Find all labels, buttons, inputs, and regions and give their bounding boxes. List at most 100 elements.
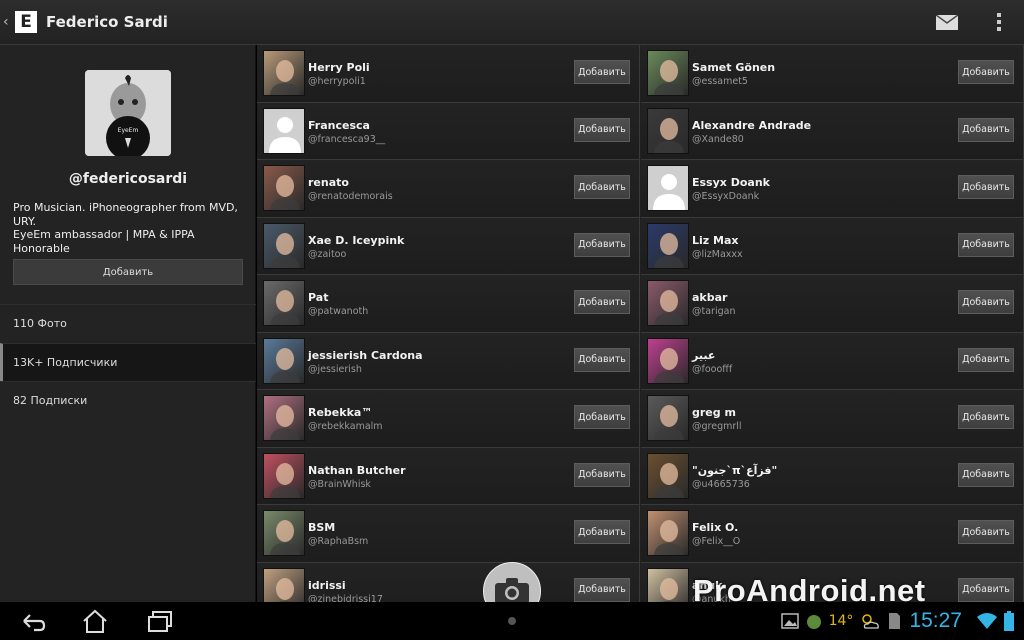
- user-row[interactable]: jessierish Cardona @jessierish Добавить: [257, 332, 640, 390]
- user-handle: @tarigan: [692, 306, 736, 317]
- add-user-button[interactable]: Добавить: [958, 462, 1014, 487]
- user-avatar[interactable]: [647, 107, 689, 154]
- user-name[interactable]: akbar: [692, 291, 727, 304]
- user-row[interactable]: Nathan Butcher @BrainWhisk Добавить: [257, 447, 640, 505]
- add-user-button[interactable]: Добавить: [574, 405, 630, 429]
- add-user-button[interactable]: Добавить: [574, 175, 630, 199]
- add-user-button[interactable]: Добавить: [574, 347, 630, 372]
- user-name[interactable]: Alexandre Andrade: [692, 119, 811, 132]
- add-user-button[interactable]: Добавить: [958, 60, 1014, 84]
- user-name[interactable]: Xae D. Iceypink: [308, 234, 404, 247]
- user-avatar[interactable]: [263, 50, 305, 96]
- user-row[interactable]: Felix O. @Felix__O Добавить: [641, 505, 1024, 563]
- add-user-button[interactable]: Добавить: [574, 232, 630, 257]
- add-user-button[interactable]: Добавить: [958, 290, 1014, 314]
- user-avatar[interactable]: [263, 280, 305, 326]
- add-user-button[interactable]: Добавить: [958, 117, 1014, 142]
- user-row[interactable]: Samet Gönen @essamet5 Добавить: [641, 45, 1024, 103]
- stat-following[interactable]: 82 Подписки: [0, 381, 256, 420]
- user-avatar[interactable]: [647, 222, 689, 269]
- add-user-button[interactable]: Добавить: [574, 290, 630, 314]
- user-row[interactable]: renato @renatodemorais Добавить: [257, 160, 640, 218]
- user-name[interactable]: Francesca: [308, 119, 370, 132]
- user-name[interactable]: Essyx Doank: [692, 176, 770, 189]
- user-row[interactable]: Liz Max @lizMaxxx Добавить: [641, 217, 1024, 275]
- follow-button[interactable]: Добавить: [13, 259, 243, 285]
- user-avatar[interactable]: [263, 567, 305, 602]
- add-user-button[interactable]: Добавить: [958, 232, 1014, 257]
- user-handle: @zaitoo: [308, 248, 347, 260]
- user-name[interactable]: Felix O.: [692, 521, 738, 534]
- user-row[interactable]: BSM @RaphaBsm Добавить: [257, 505, 640, 563]
- user-name[interactable]: Liz Max: [692, 234, 738, 247]
- user-name[interactable]: jessierish Cardona: [308, 349, 423, 362]
- profile-avatar: EyeEm: [85, 70, 171, 156]
- user-row[interactable]: "جنون`π`فزآع" @u4665736 Добавить: [641, 447, 1024, 505]
- user-handle: @BrainWhisk: [308, 478, 371, 490]
- user-name[interactable]: عبير: [692, 349, 715, 362]
- user-photo: [270, 405, 300, 440]
- recent-apps-icon[interactable]: [143, 608, 177, 634]
- add-user-button[interactable]: Добавить: [958, 405, 1014, 429]
- add-user-button[interactable]: Добавить: [574, 60, 630, 84]
- user-avatar[interactable]: [263, 452, 305, 499]
- user-avatar[interactable]: [647, 337, 689, 384]
- user-row[interactable]: Alexandre Andrade @Xande80 Добавить: [641, 102, 1024, 160]
- user-photo: [270, 232, 300, 268]
- user-row[interactable]: akbar @tarigan Добавить: [641, 275, 1024, 333]
- user-name[interactable]: greg m: [692, 406, 736, 419]
- followers-grid: Herry Poli @herrypoli1 Добавить Francesca @f…: [257, 45, 1024, 602]
- user-photo: [270, 290, 300, 325]
- overflow-menu-icon[interactable]: [996, 13, 1002, 31]
- add-user-button[interactable]: Добавить: [574, 117, 630, 142]
- user-name[interactable]: Samet Gönen: [692, 61, 775, 74]
- add-user-button[interactable]: Добавить: [958, 175, 1014, 199]
- user-name[interactable]: Rebekka™: [308, 406, 372, 419]
- user-avatar[interactable]: [647, 50, 689, 96]
- user-row[interactable]: Xae D. Iceypink @zaitoo Добавить: [257, 217, 640, 275]
- user-avatar[interactable]: [647, 510, 689, 556]
- user-avatar[interactable]: [647, 395, 689, 441]
- home-icon[interactable]: [78, 608, 112, 634]
- system-navigation-bar: 14° 15:27: [0, 602, 1024, 640]
- user-photo: [660, 577, 678, 602]
- user-avatar[interactable]: [263, 222, 305, 269]
- user-avatar[interactable]: [647, 567, 689, 602]
- add-user-button[interactable]: Добавить: [958, 577, 1014, 602]
- wifi-icon: [977, 613, 997, 629]
- user-avatar[interactable]: [647, 280, 689, 326]
- user-avatar[interactable]: [263, 165, 305, 211]
- user-row[interactable]: greg m @gregmrll Добавить: [641, 390, 1024, 448]
- user-row[interactable]: عبير @fooofff Добавить: [641, 332, 1024, 390]
- app-logo[interactable]: E: [15, 11, 37, 33]
- user-row[interactable]: idrissi @zinebidrissi17 Добавить: [257, 562, 640, 602]
- user-name[interactable]: renato: [308, 176, 349, 189]
- stat-photos[interactable]: 110 Фото: [0, 304, 256, 343]
- user-row[interactable]: Pat @patwanoth Добавить: [257, 275, 640, 333]
- user-avatar[interactable]: [263, 510, 305, 556]
- add-user-button[interactable]: Добавить: [574, 577, 630, 602]
- user-name[interactable]: Herry Poli: [308, 61, 370, 74]
- user-name[interactable]: "جنون`π`فزآع": [692, 464, 777, 477]
- user-row[interactable]: Francesca @francesca93__ Добавить: [257, 102, 640, 160]
- user-avatar[interactable]: [647, 165, 689, 211]
- user-avatar[interactable]: [263, 337, 305, 384]
- user-name[interactable]: BSM: [308, 521, 335, 534]
- add-user-button[interactable]: Добавить: [958, 347, 1014, 372]
- add-user-button[interactable]: Добавить: [574, 462, 630, 487]
- user-avatar[interactable]: [263, 107, 305, 154]
- user-avatar[interactable]: [263, 395, 305, 441]
- user-name[interactable]: Pat: [308, 291, 328, 304]
- user-name[interactable]: idrissi: [308, 579, 346, 592]
- user-avatar[interactable]: [647, 452, 689, 499]
- back-icon[interactable]: [16, 608, 50, 634]
- stat-followers[interactable]: 13K+ Подписчики: [0, 342, 256, 381]
- back-chevron-icon[interactable]: ‹: [3, 14, 13, 30]
- user-row[interactable]: Herry Poli @herrypoli1 Добавить: [257, 45, 640, 103]
- mail-icon[interactable]: [936, 14, 958, 30]
- user-row[interactable]: Essyx Doank @EssyxDoank Добавить: [641, 160, 1024, 218]
- add-user-button[interactable]: Добавить: [958, 520, 1014, 544]
- user-row[interactable]: Rebekka™ @rebekkamalm Добавить: [257, 390, 640, 448]
- user-name[interactable]: Nathan Butcher: [308, 464, 406, 477]
- add-user-button[interactable]: Добавить: [574, 520, 630, 544]
